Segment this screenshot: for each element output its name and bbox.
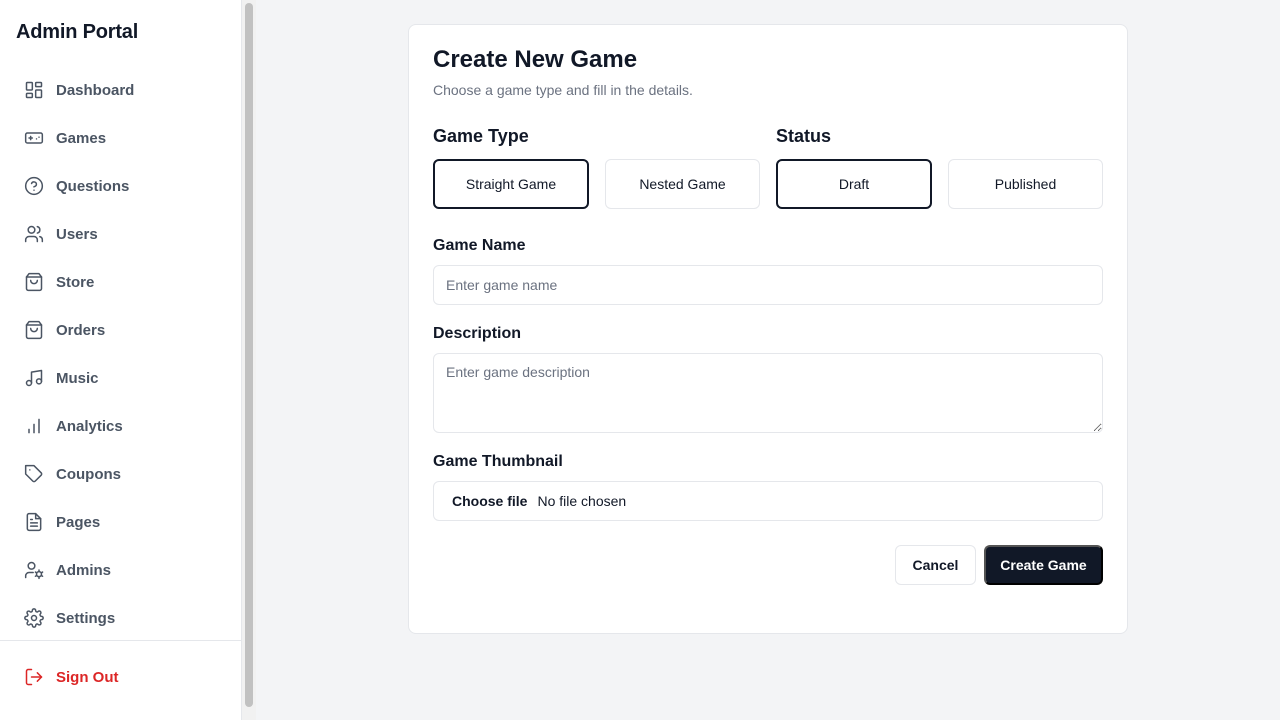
description-label: Description — [433, 325, 522, 342]
straight-game-option[interactable]: Straight Game — [433, 159, 589, 209]
sidebar-item-orders[interactable]: Orders — [8, 306, 234, 354]
sidebar-item-label: Coupons — [56, 465, 121, 483]
description-textarea[interactable] — [433, 353, 1103, 433]
gear-icon — [24, 608, 44, 628]
sidebar-item-label: Admins — [56, 561, 112, 579]
sidebar-item-dashboard[interactable]: Dashboard — [8, 66, 234, 114]
sidebar-item-label: Games — [56, 129, 107, 147]
sidebar-item-label: Pages — [56, 513, 101, 531]
shopping-bag-icon — [25, 320, 43, 340]
choose-file-button[interactable]: Choose file — [452, 493, 527, 509]
sidebar-item-label: Settings — [56, 609, 116, 627]
brand-title: Admin Portal — [16, 21, 139, 43]
sidebar-item-label: Music — [56, 369, 99, 387]
user-cog-icon — [24, 561, 44, 580]
music-icon — [25, 369, 43, 387]
sidebar-item-music[interactable]: Music — [8, 354, 234, 402]
sidebar-item-label: Users — [56, 225, 98, 243]
sidebar-item-pages[interactable]: Pages — [8, 498, 234, 546]
sidebar-item-label: Analytics — [56, 417, 123, 435]
sidebar-item-users[interactable]: Users — [8, 210, 234, 258]
dashboard-icon — [25, 81, 43, 99]
published-status-option[interactable]: Published — [948, 159, 1103, 209]
sidebar-item-store[interactable]: Store — [8, 258, 234, 306]
file-text-icon — [26, 512, 42, 532]
shopping-bag-icon — [25, 272, 43, 292]
game-type-label: Game Type — [433, 126, 529, 146]
sidebar-item-admins[interactable]: Admins — [8, 546, 234, 594]
sidebar-nav: Dashboard Games Questions Users Store Or… — [8, 66, 234, 642]
game-name-input[interactable] — [433, 265, 1103, 305]
sign-out-button[interactable]: Sign Out — [8, 653, 234, 701]
sidebar-item-games[interactable]: Games — [8, 114, 234, 162]
gamepad-icon — [24, 132, 44, 144]
sidebar: Admin Portal Dashboard Games Questions U… — [0, 0, 242, 720]
page-title: Create New Game — [433, 46, 638, 73]
nested-game-option[interactable]: Nested Game — [605, 159, 760, 209]
status-label: Status — [776, 126, 832, 146]
game-name-label: Game Name — [433, 237, 526, 254]
thumbnail-label: Game Thumbnail — [433, 453, 563, 470]
page-subtitle: Choose a game type and fill in the detai… — [433, 82, 693, 98]
logout-icon — [25, 668, 43, 686]
tag-icon — [24, 464, 43, 483]
cancel-button[interactable]: Cancel — [895, 545, 976, 585]
sidebar-item-label: Orders — [56, 321, 106, 339]
thumbnail-file-input[interactable]: Choose file No file chosen — [433, 481, 1103, 521]
sidebar-item-label: Questions — [56, 177, 130, 195]
create-game-card: Create New Game Choose a game type and f… — [408, 24, 1128, 634]
sidebar-item-questions[interactable]: Questions — [8, 162, 234, 210]
create-game-button[interactable]: Create Game — [984, 545, 1103, 585]
sidebar-item-label: Store — [56, 273, 95, 291]
sign-out-label: Sign Out — [56, 668, 119, 686]
sidebar-divider — [0, 640, 242, 641]
draft-status-option[interactable]: Draft — [776, 159, 932, 209]
bar-chart-icon — [28, 418, 40, 434]
users-icon — [24, 225, 44, 243]
help-circle-icon — [24, 176, 44, 196]
file-status-text: No file chosen — [537, 493, 627, 509]
sidebar-item-label: Dashboard — [56, 81, 135, 99]
sidebar-item-coupons[interactable]: Coupons — [8, 450, 234, 498]
sidebar-item-analytics[interactable]: Analytics — [8, 402, 234, 450]
sidebar-item-settings[interactable]: Settings — [8, 594, 234, 642]
sidebar-scrollbar-thumb[interactable] — [245, 3, 253, 707]
